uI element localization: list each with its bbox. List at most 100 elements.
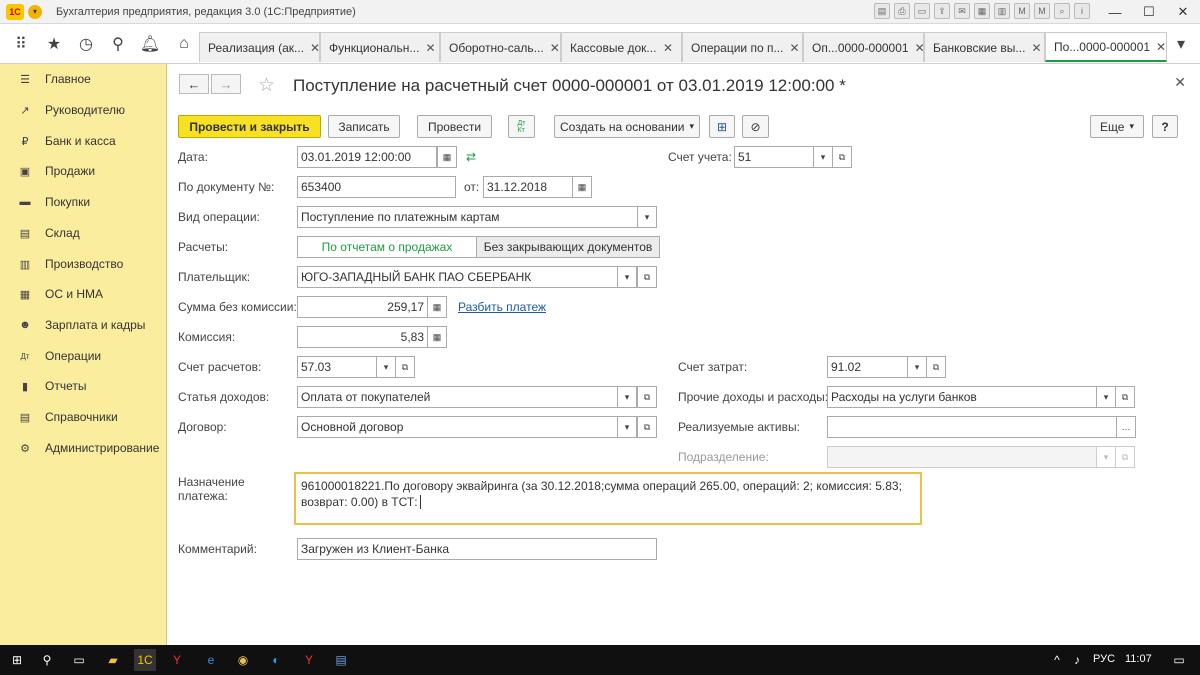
task-view-icon[interactable]: ▭ <box>68 649 90 671</box>
sidebar-item-operations[interactable]: Дт Операции <box>0 344 167 368</box>
cost-account-field[interactable]: 91.02 <box>827 356 908 378</box>
sidebar-item-salary[interactable]: ☻ Зарплата и кадры <box>0 313 167 337</box>
open-icon[interactable]: ⧉ <box>637 386 657 408</box>
back-button[interactable]: ← <box>179 74 209 94</box>
attachment-icon[interactable]: ⊘ <box>742 115 769 138</box>
tray-up-icon[interactable]: ^ <box>1046 649 1068 671</box>
tab-functionality[interactable]: Функциональн... ✕ <box>320 32 440 62</box>
tabs-menu-icon[interactable]: ▾ <box>1168 32 1194 56</box>
apps-grid-icon[interactable]: ⠿ <box>8 32 34 56</box>
sidebar-item-warehouse[interactable]: ▤ Склад <box>0 221 167 245</box>
yandex-browser-icon[interactable]: Y <box>166 649 188 671</box>
amount-field[interactable]: 259,17 <box>297 296 428 318</box>
settlements-by-reports-option[interactable]: По отчетам о продажах <box>297 236 477 258</box>
close-icon[interactable]: ✕ <box>425 41 435 55</box>
home-icon[interactable]: ⌂ <box>171 32 197 56</box>
open-icon[interactable]: ⧉ <box>637 416 657 438</box>
more-button[interactable]: Еще ▾ <box>1090 115 1144 138</box>
close-icon[interactable]: ✕ <box>663 41 673 55</box>
account-field[interactable]: 51 <box>734 146 814 168</box>
save-icon[interactable]: ▤ <box>874 3 890 19</box>
sidebar-item-purchases[interactable]: ▬ Покупки <box>0 190 167 214</box>
open-icon[interactable]: ⧉ <box>637 266 657 288</box>
calendar-icon[interactable]: ▦ <box>572 176 592 198</box>
zoom-icon[interactable]: ⌕ <box>1054 3 1070 19</box>
help-button[interactable]: ? <box>1152 115 1178 138</box>
photos-icon[interactable]: ◐ <box>265 649 287 671</box>
maximize-icon[interactable]: ☐ <box>1132 0 1166 24</box>
memory-plus-icon[interactable]: M <box>1014 3 1030 19</box>
notifications-bell-icon[interactable]: 🔔︎ <box>137 32 163 56</box>
yandex-icon[interactable]: Y <box>298 649 320 671</box>
main-menu-icon[interactable]: ▾ <box>28 4 42 19</box>
volume-icon[interactable]: ♪ <box>1066 649 1088 671</box>
dropdown-icon[interactable]: ▾ <box>637 206 657 228</box>
calendar-icon[interactable]: ▥ <box>994 3 1010 19</box>
tab-turnover[interactable]: Оборотно-саль... ✕ <box>440 32 561 62</box>
compare-icon[interactable]: ⇄ <box>466 150 476 164</box>
calendar-icon[interactable]: ▦ <box>437 146 457 168</box>
from-date-field[interactable]: 31.12.2018 <box>483 176 573 198</box>
tab-sales[interactable]: Реализация (ак... ✕ <box>199 32 320 62</box>
dropdown-icon[interactable]: ▾ <box>907 356 927 378</box>
edge-icon[interactable]: e <box>200 649 222 671</box>
payer-field[interactable]: ЮГО-ЗАПАДНЫЙ БАНК ПАО СБЕРБАНК <box>297 266 618 288</box>
sidebar-item-reports[interactable]: ▮ Отчеты <box>0 374 167 398</box>
windows-start-icon[interactable]: ⊞ <box>6 649 28 671</box>
structure-icon[interactable]: ⊞ <box>709 115 735 138</box>
operation-field[interactable]: Поступление по платежным картам <box>297 206 638 228</box>
close-icon[interactable]: ✕ <box>789 41 799 55</box>
income-item-field[interactable]: Оплата от покупателей <box>297 386 618 408</box>
settle-account-field[interactable]: 57.03 <box>297 356 377 378</box>
app-1c-icon[interactable]: 1С <box>134 649 156 671</box>
info-icon[interactable]: i <box>1074 3 1090 19</box>
settlements-no-docs-option[interactable]: Без закрывающих документов <box>476 236 660 258</box>
preview-icon[interactable]: ▭ <box>914 3 930 19</box>
close-window-icon[interactable]: ✕ <box>1166 0 1200 24</box>
print-icon[interactable]: ⎙ <box>894 3 910 19</box>
forward-button[interactable]: → <box>211 74 241 94</box>
minimize-icon[interactable]: — <box>1098 0 1132 24</box>
sidebar-item-manager[interactable]: ↗ Руководителю <box>0 98 167 122</box>
upload-icon[interactable]: ⇪ <box>934 3 950 19</box>
open-icon[interactable]: ⧉ <box>395 356 415 378</box>
comment-field[interactable]: Загружен из Клиент-Банка <box>297 538 657 560</box>
clock[interactable]: 11:07 <box>1125 653 1152 665</box>
sidebar-item-assets[interactable]: ▦ ОС и НМА <box>0 282 167 306</box>
payment-purpose-textarea[interactable]: 961000018221.По договору эквайринга (за … <box>294 472 922 525</box>
sidebar-item-sales[interactable]: ▣ Продажи <box>0 159 167 183</box>
favorites-star-icon[interactable]: ★ <box>41 32 67 56</box>
open-icon[interactable]: ⧉ <box>832 146 852 168</box>
dropdown-icon[interactable]: ▾ <box>376 356 396 378</box>
sidebar-item-production[interactable]: ▥ Производство <box>0 252 167 276</box>
open-icon[interactable]: ⧉ <box>1115 386 1135 408</box>
sidebar-item-directories[interactable]: ▤ Справочники <box>0 405 167 429</box>
dropdown-icon[interactable]: ▾ <box>813 146 833 168</box>
close-form-icon[interactable]: ✕ <box>1174 74 1186 91</box>
app-logo-icon[interactable]: 1С <box>6 3 24 20</box>
chrome-icon[interactable]: ◉ <box>232 649 254 671</box>
calculator-icon[interactable]: ▦ <box>427 326 447 348</box>
save-button[interactable]: Записать <box>328 115 400 138</box>
dropdown-icon[interactable]: ▾ <box>1096 386 1116 408</box>
create-based-on-button[interactable]: Создать на основании ▾ <box>554 115 700 138</box>
tab-bank-statements[interactable]: Банковские вы... ✕ <box>924 32 1045 62</box>
sidebar-item-bank[interactable]: ₽ Банк и касса <box>0 129 167 153</box>
favorite-star-icon[interactable]: ☆ <box>258 74 275 97</box>
dt-kt-button[interactable]: Дт Кт <box>508 115 535 138</box>
post-and-close-button[interactable]: Провести и закрыть <box>178 115 321 138</box>
sidebar-item-main[interactable]: ☰ Главное <box>0 67 167 91</box>
assets-field[interactable] <box>827 416 1117 438</box>
document-app-icon[interactable]: ▤ <box>330 649 352 671</box>
commission-field[interactable]: 5,83 <box>297 326 428 348</box>
select-ellipsis-icon[interactable]: … <box>1116 416 1136 438</box>
notifications-icon[interactable]: ▭ <box>1168 649 1190 671</box>
search-icon[interactable]: ⚲ <box>36 649 58 671</box>
sidebar-item-admin[interactable]: ⚙ Администрирование <box>0 436 167 460</box>
history-icon[interactable]: ◷ <box>73 32 99 56</box>
calculator-icon[interactable]: ▦ <box>974 3 990 19</box>
split-payment-link[interactable]: Разбить платеж <box>458 300 546 314</box>
date-field[interactable]: 03.01.2019 12:00:00 <box>297 146 437 168</box>
contract-field[interactable]: Основной договор <box>297 416 618 438</box>
close-icon[interactable]: ✕ <box>1156 40 1166 54</box>
